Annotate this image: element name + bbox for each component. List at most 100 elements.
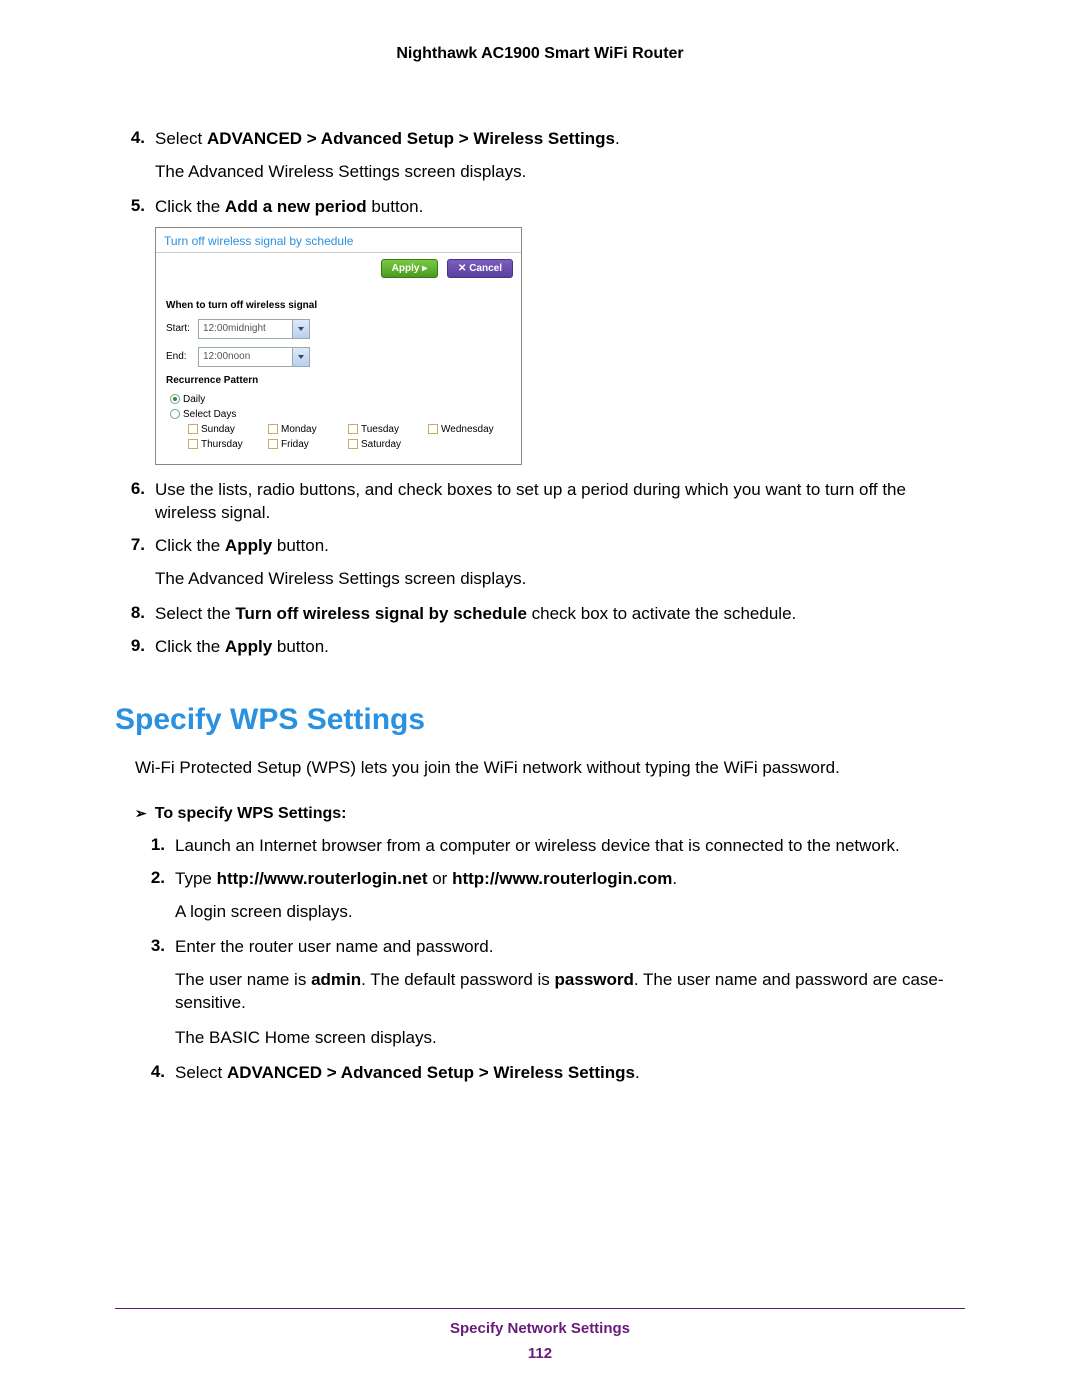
b2: password [555, 970, 634, 989]
select-days-label: Select Days [183, 409, 236, 420]
text-bold: Apply [225, 536, 272, 555]
text-bold: Apply [225, 637, 272, 656]
play-icon: ▸ [422, 263, 427, 274]
manual-page: Nighthawk AC1900 Smart WiFi Router 4. Se… [0, 0, 1080, 1397]
text-post: . [672, 869, 677, 888]
step-8: 8. Select the Turn off wireless signal b… [115, 603, 965, 626]
day-label: Thursday [201, 439, 243, 450]
day-thursday[interactable]: Thursday [188, 439, 268, 450]
step-7-sub: The Advanced Wireless Settings screen di… [155, 568, 965, 591]
daily-option[interactable]: Daily [166, 394, 511, 405]
text-pre: Click the [155, 536, 225, 555]
day-friday[interactable]: Friday [268, 439, 348, 450]
ui-screenshot-schedule: Turn off wireless signal by schedule App… [155, 227, 522, 465]
checkbox-icon [268, 439, 278, 449]
text-bold: Turn off wireless signal by schedule [235, 604, 527, 623]
wps-step-3: 3. Enter the router user name and passwo… [135, 936, 965, 959]
start-row: Start: 12:00midnight [166, 319, 511, 339]
day-label: Tuesday [361, 424, 399, 435]
checkbox-icon [268, 424, 278, 434]
wps-step-1: 1. Launch an Internet browser from a com… [135, 835, 965, 858]
apply-label: Apply [392, 263, 420, 274]
text-pre: Type [175, 869, 217, 888]
step-number: 7. [115, 535, 155, 558]
text-bold: Add a new period [225, 197, 367, 216]
step-number: 4. [135, 1062, 175, 1085]
text-post: button. [272, 536, 329, 555]
step-number: 2. [135, 868, 175, 891]
p2: . The default password is [361, 970, 554, 989]
step-number: 5. [115, 196, 155, 219]
day-saturday[interactable]: Saturday [348, 439, 428, 450]
step-text: Select ADVANCED > Advanced Setup > Wirel… [155, 128, 965, 151]
wps-steps: 1. Launch an Internet browser from a com… [135, 835, 965, 1085]
radio-icon [170, 394, 180, 404]
section-heading-wps: Specify WPS Settings [115, 703, 965, 737]
checkbox-icon [188, 424, 198, 434]
day-wednesday[interactable]: Wednesday [428, 424, 508, 435]
text-pre: Select [155, 129, 207, 148]
panel-button-row: Apply ▸ ✕ Cancel [156, 253, 521, 290]
step-9: 9. Click the Apply button. [115, 636, 965, 659]
text-mid: or [428, 869, 453, 888]
step-text: Enter the router user name and password. [175, 936, 965, 959]
step-number: 8. [115, 603, 155, 626]
text-bold: http://www.routerlogin.net [217, 869, 428, 888]
step-text: Type http://www.routerlogin.net or http:… [175, 868, 965, 891]
start-select[interactable]: 12:00midnight [198, 319, 310, 339]
step-4-sub: The Advanced Wireless Settings screen di… [155, 161, 965, 184]
section-intro: Wi-Fi Protected Setup (WPS) lets you joi… [135, 757, 965, 780]
arrow-icon: ➢ [135, 805, 147, 822]
checkbox-icon [428, 424, 438, 434]
step-5: 5. Click the Add a new period button. [115, 196, 965, 219]
footer-rule [115, 1308, 965, 1309]
step-number: 4. [115, 128, 155, 151]
day-monday[interactable]: Monday [268, 424, 348, 435]
chevron-down-icon [292, 348, 309, 366]
end-row: End: 12:00noon [166, 347, 511, 367]
checkbox-icon [348, 424, 358, 434]
step-text: Click the Apply button. [155, 636, 965, 659]
wps-step-2: 2. Type http://www.routerlogin.net or ht… [135, 868, 965, 891]
step-6: 6. Use the lists, radio buttons, and che… [115, 479, 965, 525]
select-days-option[interactable]: Select Days [166, 409, 511, 420]
step-text: Launch an Internet browser from a comput… [175, 835, 965, 858]
footer-section: Specify Network Settings [450, 1320, 630, 1337]
day-sunday[interactable]: Sunday [188, 424, 268, 435]
step-number: 6. [115, 479, 155, 525]
task-heading: ➢ To specify WPS Settings: [135, 805, 965, 823]
step-text: Click the Add a new period button. [155, 196, 965, 219]
end-value: 12:00noon [199, 351, 292, 362]
text-bold2: http://www.routerlogin.com [452, 869, 672, 888]
day-tuesday[interactable]: Tuesday [348, 424, 428, 435]
footer-page-number: 112 [0, 1345, 1080, 1362]
end-label: End: [166, 351, 198, 362]
recurrence-heading: Recurrence Pattern [166, 375, 511, 386]
step-4: 4. Select ADVANCED > Advanced Setup > Wi… [115, 128, 965, 151]
cancel-label: Cancel [469, 263, 502, 274]
end-select[interactable]: 12:00noon [198, 347, 310, 367]
step-text: Select the Turn off wireless signal by s… [155, 603, 965, 626]
apply-button[interactable]: Apply ▸ [381, 259, 439, 278]
day-label: Sunday [201, 424, 235, 435]
when-heading: When to turn off wireless signal [166, 300, 511, 311]
day-label: Saturday [361, 439, 401, 450]
text-post: check box to activate the schedule. [527, 604, 796, 623]
step-7: 7. Click the Apply button. [115, 535, 965, 558]
step-number: 9. [115, 636, 155, 659]
text-pre: Click the [155, 637, 225, 656]
text-post: button. [272, 637, 329, 656]
wps-step-3-sub2: The BASIC Home screen displays. [175, 1027, 965, 1050]
task-heading-text: To specify WPS Settings: [155, 805, 347, 822]
text-post: . [635, 1063, 640, 1082]
step-number: 1. [135, 835, 175, 858]
wps-step-4: 4. Select ADVANCED > Advanced Setup > Wi… [135, 1062, 965, 1085]
text-bold: ADVANCED > Advanced Setup > Wireless Set… [207, 129, 615, 148]
cancel-button[interactable]: ✕ Cancel [447, 259, 513, 278]
day-label: Monday [281, 424, 317, 435]
chevron-down-icon [292, 320, 309, 338]
step-text: Click the Apply button. [155, 535, 965, 558]
wps-step-3-sub1: The user name is admin. The default pass… [175, 969, 965, 1015]
b1: admin [311, 970, 361, 989]
day-label: Wednesday [441, 424, 494, 435]
